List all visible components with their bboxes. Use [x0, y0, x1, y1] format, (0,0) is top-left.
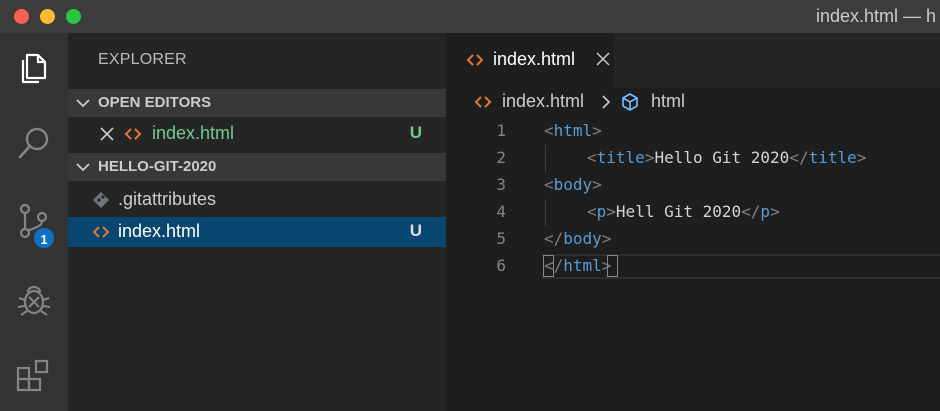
file-tree-item[interactable]: .gitattributes [68, 185, 446, 215]
tab-strip: index.html [446, 33, 940, 88]
window-title: index.html — h [816, 6, 937, 26]
extensions-icon[interactable] [14, 358, 54, 398]
close-icon[interactable] [98, 125, 116, 143]
source-control-badge: 1 [32, 226, 56, 250]
bracket-match-highlight [543, 255, 554, 277]
line-number: 6 [496, 256, 506, 275]
folder-header[interactable]: HELLO-GIT-2020 [68, 153, 446, 181]
tab-index-html[interactable]: index.html [446, 33, 614, 88]
window-maximize-button[interactable] [66, 9, 81, 24]
code-line[interactable]: 2 <title>Hello Git 2020</title> [446, 145, 940, 172]
code-line[interactable]: 1 <html> [446, 118, 940, 145]
breadcrumb-symbol[interactable]: html [651, 91, 685, 112]
chevron-right-icon [602, 95, 611, 109]
git-status-untracked: U [409, 221, 422, 240]
line-source: </body> [544, 229, 612, 248]
window-minimize-button[interactable] [40, 9, 55, 24]
open-editor-item[interactable]: index.html U [68, 119, 446, 149]
line-source: <title>Hello Git 2020</title> [587, 148, 867, 167]
git-status-untracked: U [409, 123, 422, 142]
line-number: 3 [496, 175, 506, 194]
editor-area: index.html index.html html 1 <html> 2 <t… [446, 33, 940, 411]
line-source: <body> [544, 175, 602, 194]
bracket-match-highlight [607, 255, 618, 277]
vscode-window: index.html — h 1 EXPLORER OPEN EDITORS i… [0, 0, 940, 411]
breadcrumb-file[interactable]: index.html [502, 91, 584, 112]
close-icon[interactable] [596, 52, 610, 66]
line-source: <p>Hell Git 2020</p> [587, 202, 780, 221]
title-bar: index.html — h [0, 0, 940, 33]
open-editor-filename: index.html [152, 123, 235, 143]
file-tree-item-selected[interactable]: index.html U [68, 217, 446, 247]
chevron-down-icon [76, 99, 90, 108]
symbol-element-icon [622, 93, 638, 111]
git-file-icon [93, 192, 109, 208]
code-line[interactable]: 4 <p>Hell Git 2020</p> [446, 199, 940, 226]
code-line-active[interactable]: 6 </html> [446, 253, 940, 280]
search-icon[interactable] [14, 123, 54, 163]
open-editors-label: OPEN EDITORS [98, 94, 212, 111]
html-file-icon [92, 226, 110, 238]
folder-label: HELLO-GIT-2020 [98, 158, 217, 175]
files-icon[interactable] [14, 47, 54, 87]
debug-icon[interactable] [14, 280, 54, 320]
html-file-icon [124, 128, 142, 140]
breadcrumb: index.html html [446, 88, 940, 116]
file-name: index.html [118, 221, 201, 241]
html-file-icon [474, 96, 492, 108]
explorer-sidebar: EXPLORER OPEN EDITORS index.html U HELLO… [68, 33, 446, 411]
line-source: </html> [544, 256, 612, 275]
code-line[interactable]: 5 </body> [446, 226, 940, 253]
chevron-down-icon [76, 163, 90, 172]
line-number: 5 [496, 229, 506, 248]
tab-label: index.html [493, 49, 576, 69]
html-file-icon [466, 54, 484, 66]
line-number: 2 [496, 148, 506, 167]
line-source: <html> [544, 121, 602, 140]
line-number: 4 [496, 202, 506, 221]
window-close-button[interactable] [14, 9, 29, 24]
code-line[interactable]: 3 <body> [446, 172, 940, 199]
activity-bar: 1 [0, 33, 68, 411]
open-editors-header[interactable]: OPEN EDITORS [68, 89, 446, 117]
line-number: 1 [496, 121, 506, 140]
explorer-title: EXPLORER [98, 51, 187, 68]
file-name: .gitattributes [118, 189, 217, 209]
